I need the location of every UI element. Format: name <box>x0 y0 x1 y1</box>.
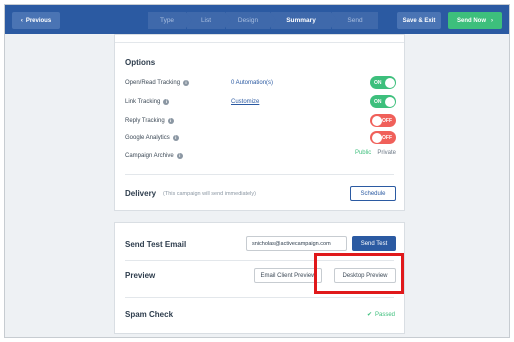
spam-status-label: Passed <box>374 311 395 318</box>
info-icon[interactable]: i <box>176 152 183 159</box>
toggle-state: OFF <box>382 134 392 141</box>
toggle-state: ON <box>374 79 382 86</box>
open-read-tracking-row: Open/Read Tracking i 0 Automation(s) ON <box>125 76 396 89</box>
delivery-title: Delivery <box>125 189 157 198</box>
step-summary-label: Summary <box>286 17 316 24</box>
campaign-archive-row: Campaign Archive i Public Private <box>125 150 396 161</box>
info-icon[interactable]: i <box>167 117 174 124</box>
save-exit-button[interactable]: Save & Exit <box>397 12 441 29</box>
step-design-label: Design <box>237 17 259 24</box>
send-test-email-title: Send Test Email <box>125 240 187 249</box>
chevron-right-icon: › <box>491 17 493 24</box>
google-analytics-toggle[interactable]: OFF <box>370 131 396 144</box>
open-read-toggle[interactable]: ON <box>370 76 396 89</box>
step-send[interactable]: Send <box>332 12 378 29</box>
link-tracking-toggle[interactable]: ON <box>370 95 396 108</box>
send-test-button[interactable]: Send Test <box>352 236 396 251</box>
automations-link[interactable]: 0 Automation(s) <box>231 80 273 86</box>
open-read-tracking-label: Open/Read Tracking <box>125 79 181 86</box>
info-icon[interactable]: i <box>163 98 170 105</box>
toggle-state: ON <box>374 98 382 105</box>
step-summary[interactable]: Summary <box>271 12 337 29</box>
reply-tracking-row: Reply Tracking i OFF <box>125 114 396 127</box>
archive-private-option[interactable]: Private <box>377 150 396 156</box>
previous-button[interactable]: ‹ Previous <box>12 12 60 29</box>
google-analytics-label: Google Analytics <box>125 134 170 141</box>
toggle-state: OFF <box>382 117 392 124</box>
previous-label: Previous <box>25 17 52 24</box>
app-window: ‹ Previous Type List Design Summary Send <box>4 4 510 338</box>
schedule-button[interactable]: Schedule <box>350 186 396 201</box>
google-analytics-row: Google Analytics i OFF <box>125 131 396 144</box>
archive-visibility-options: Public Private <box>355 150 396 156</box>
step-send-label: Send <box>347 17 363 24</box>
link-tracking-label: Link Tracking <box>125 98 161 105</box>
test-email-input[interactable]: snicholas@activecampaign.com <box>246 236 347 251</box>
options-title: Options <box>125 58 156 67</box>
divider <box>125 174 394 175</box>
delivery-note: (This campaign will send immediately) <box>163 191 256 197</box>
campaign-archive-label: Campaign Archive <box>125 152 174 159</box>
customize-link[interactable]: Customize <box>231 99 259 105</box>
spam-check-title: Spam Check <box>125 310 174 319</box>
wizard-steps: Type List Design Summary Send <box>148 12 379 29</box>
archive-public-option[interactable]: Public <box>355 150 371 156</box>
email-client-preview-button[interactable]: Email Client Preview <box>254 268 322 283</box>
chevron-left-icon: ‹ <box>20 17 23 24</box>
link-tracking-row: Link Tracking i Customize ON <box>125 95 396 108</box>
preview-title: Preview <box>125 271 156 280</box>
reply-tracking-label: Reply Tracking <box>125 117 165 124</box>
options-card: Options Open/Read Tracking i 0 Automation… <box>114 34 405 211</box>
checkmark-icon: ✔ <box>366 312 372 318</box>
top-nav-bar: ‹ Previous Type List Design Summary Send <box>5 5 509 34</box>
divider <box>115 42 404 43</box>
step-list[interactable]: List <box>187 12 231 29</box>
spam-check-status: ✔ Passed <box>366 311 395 319</box>
step-type-label: Type <box>159 17 175 24</box>
info-icon[interactable]: i <box>183 79 190 86</box>
divider <box>125 297 394 298</box>
reply-tracking-toggle[interactable]: OFF <box>370 114 396 127</box>
send-now-button[interactable]: Send Now › <box>448 12 502 29</box>
step-list-label: List <box>200 17 212 24</box>
step-design[interactable]: Design <box>226 12 276 29</box>
send-now-label: Send Now <box>456 17 486 24</box>
info-icon[interactable]: i <box>172 134 179 141</box>
highlight-box <box>314 253 404 294</box>
step-type[interactable]: Type <box>148 12 192 29</box>
